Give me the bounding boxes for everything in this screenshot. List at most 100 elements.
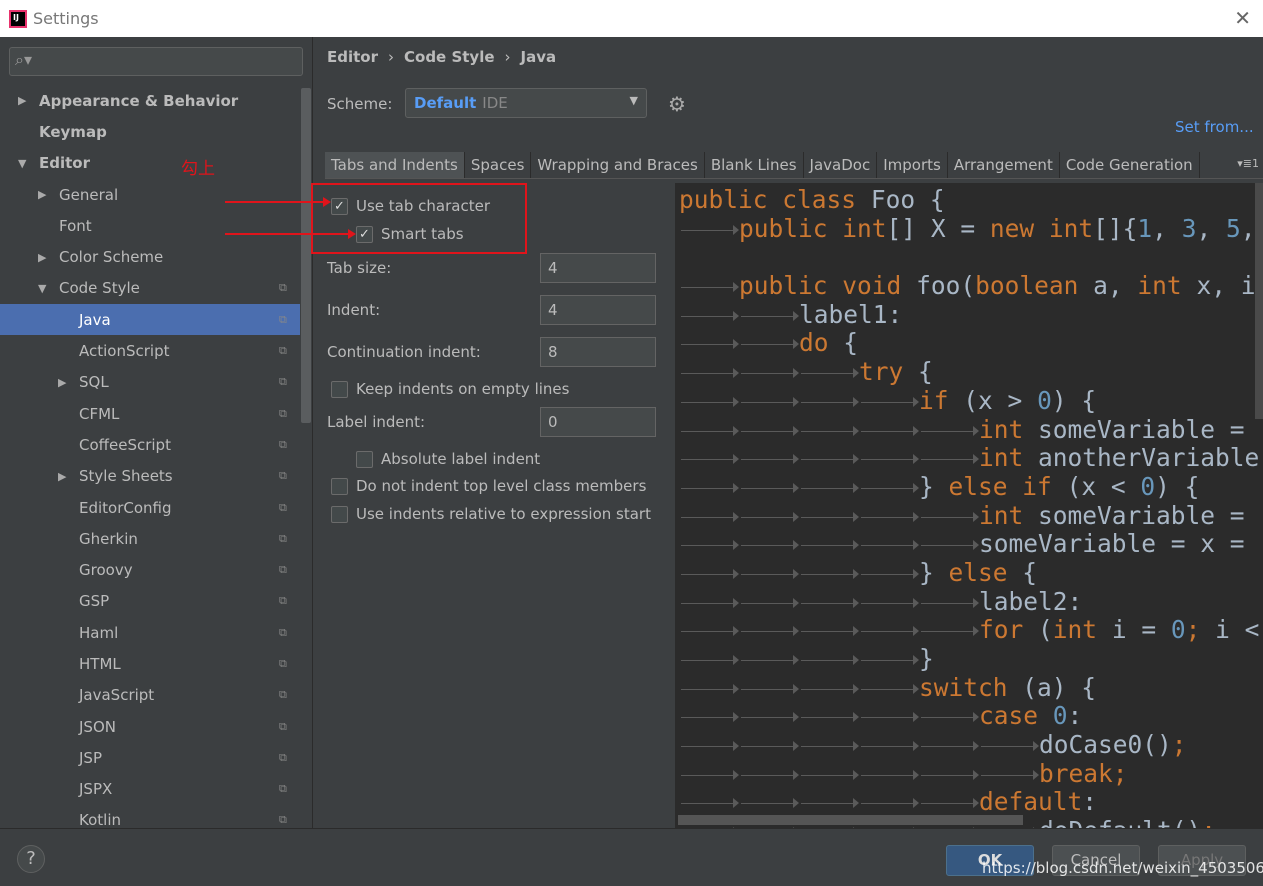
indent-field[interactable]: 4 [540, 295, 656, 325]
sidebar-item[interactable]: JavaScript ⧉ [0, 680, 300, 711]
tab[interactable]: Spaces [464, 152, 532, 178]
code-line: int anotherVariable [675, 443, 1263, 472]
sidebar-item-label: Code Style [59, 279, 140, 298]
preview-vertical-scrollbar[interactable] [1255, 183, 1263, 419]
sidebar-item[interactable]: ▼ Editor [0, 148, 300, 179]
tab[interactable]: Arrangement [947, 152, 1060, 178]
help-button[interactable]: ? [17, 845, 45, 873]
sidebar-item[interactable]: CFML ⧉ [0, 398, 300, 429]
copy-icon: ⧉ [279, 813, 287, 827]
checkbox-icon [331, 477, 348, 495]
tab-marker-icon [979, 765, 1039, 785]
sidebar-item[interactable]: ▶ Style Sheets ⧉ [0, 461, 300, 492]
sidebar-item[interactable]: Keymap [0, 116, 300, 147]
sidebar-item[interactable]: JSPX ⧉ [0, 774, 300, 805]
continuation-indent-field[interactable]: 8 [540, 337, 656, 367]
expanded-arrow-icon[interactable]: ▼ [18, 157, 26, 170]
tab-marker-icon [739, 421, 799, 441]
tab[interactable]: Tabs and Indents [325, 152, 465, 178]
sidebar-item[interactable]: Java ⧉ [0, 304, 300, 336]
code-line: label1: [675, 300, 1263, 329]
sidebar-item-label: General [59, 185, 119, 204]
no-indent-top-level-checkbox[interactable]: Do not indent top level class members [331, 477, 646, 495]
keep-indents-checkbox[interactable]: Keep indents on empty lines [331, 380, 569, 398]
collapsed-arrow-icon[interactable]: ▶ [58, 470, 66, 483]
code-line: label2: [675, 587, 1263, 616]
tab-marker-icon [679, 736, 739, 756]
tab[interactable]: Wrapping and Braces [531, 152, 705, 178]
tab-marker-icon [919, 793, 979, 813]
tab[interactable]: Blank Lines [704, 152, 804, 178]
search-input[interactable]: ⌕▾ [9, 47, 303, 76]
collapsed-arrow-icon[interactable]: ▶ [38, 188, 46, 201]
collapsed-arrow-icon[interactable]: ▶ [58, 376, 66, 389]
sidebar-item[interactable]: EditorConfig ⧉ [0, 492, 300, 523]
tab-marker-icon [679, 363, 739, 383]
sidebar-item[interactable]: ▼ Code Style ⧉ [0, 273, 300, 304]
tab-marker-icon [739, 507, 799, 527]
sidebar-item[interactable]: ActionScript ⧉ [0, 335, 300, 366]
code-line: do { [675, 328, 1263, 357]
sidebar-item[interactable]: ▶ Color Scheme [0, 241, 300, 272]
tab-marker-icon [679, 220, 739, 240]
tab-marker-icon [859, 765, 919, 785]
collapsed-arrow-icon[interactable]: ▶ [18, 94, 26, 107]
watermark: https://blog.csdn.net/weixin_45035061 [982, 859, 1263, 877]
absolute-label-indent-checkbox[interactable]: Absolute label indent [356, 450, 540, 468]
tab-marker-icon [799, 449, 859, 469]
sidebar-item-label: Gherkin [79, 529, 138, 548]
sidebar-item[interactable]: GSP ⧉ [0, 586, 300, 617]
tab-marker-icon [739, 650, 799, 670]
copy-icon: ⧉ [279, 281, 287, 295]
code-line: } [675, 644, 1263, 673]
sidebar-item[interactable]: Haml ⧉ [0, 617, 300, 648]
close-icon[interactable]: ✕ [1234, 6, 1251, 30]
label-indent-field[interactable]: 0 [540, 407, 656, 437]
relative-expression-checkbox[interactable]: Use indents relative to expression start [331, 505, 651, 523]
sidebar-item[interactable]: ▶ Appearance & Behavior [0, 85, 300, 116]
search-icon: ⌕▾ [15, 50, 32, 69]
tab-marker-icon [919, 535, 979, 555]
sidebar-item[interactable]: Gherkin ⧉ [0, 523, 300, 554]
sidebar-item[interactable]: Groovy ⧉ [0, 554, 300, 585]
tab-marker-icon [679, 334, 739, 354]
sidebar-item[interactable]: ▶ General [0, 179, 300, 210]
sidebar-scrollbar[interactable] [301, 88, 311, 423]
preview-horizontal-scrollbar[interactable] [678, 815, 1023, 825]
sidebar-item[interactable]: Kotlin ⧉ [0, 805, 300, 828]
tab[interactable]: Imports [877, 152, 948, 178]
tab-marker-icon [679, 621, 739, 641]
tab-bar: Tabs and Indents Spaces Wrapping and Brace… [325, 152, 1263, 179]
set-from-link[interactable]: Set from... [1175, 118, 1254, 136]
copy-icon: ⧉ [279, 563, 287, 577]
tab[interactable]: JavaDoc [803, 152, 878, 178]
tab-marker-icon [919, 736, 979, 756]
indent-label: Indent: [327, 301, 381, 319]
expanded-arrow-icon[interactable]: ▼ [38, 282, 46, 295]
sidebar-item[interactable]: ▶ SQL ⧉ [0, 367, 300, 398]
sidebar-item[interactable]: JSON ⧉ [0, 711, 300, 742]
gear-icon[interactable]: ⚙ [668, 92, 686, 116]
sidebar-item-label: CoffeeScript [79, 435, 171, 454]
sidebar-item[interactable]: JSP ⧉ [0, 742, 300, 773]
sidebar-item[interactable]: CoffeeScript ⧉ [0, 429, 300, 460]
tab-marker-icon [919, 449, 979, 469]
tab-marker-icon [679, 707, 739, 727]
scheme-select[interactable]: Default IDE ▼ [405, 88, 647, 118]
tab[interactable]: Code Generation [1059, 152, 1200, 178]
tabs-overflow-icon[interactable]: ▾≣1 [1237, 157, 1259, 170]
intellij-logo-icon: IJ [9, 9, 27, 28]
sidebar-item-label: EditorConfig [79, 498, 172, 517]
tab-size-field[interactable]: 4 [540, 253, 656, 283]
tab-marker-icon [739, 707, 799, 727]
copy-icon: ⧉ [279, 782, 287, 796]
sidebar-item-label: Style Sheets [79, 467, 173, 486]
tab-marker-icon [679, 765, 739, 785]
sidebar-item[interactable]: HTML ⧉ [0, 648, 300, 679]
code-line: someVariable = x = [675, 529, 1263, 558]
breadcrumb-item: Editor [327, 48, 378, 66]
sidebar-item[interactable]: Font [0, 210, 300, 241]
collapsed-arrow-icon[interactable]: ▶ [38, 251, 46, 264]
tab-marker-icon [739, 621, 799, 641]
tab-marker-icon [799, 621, 859, 641]
